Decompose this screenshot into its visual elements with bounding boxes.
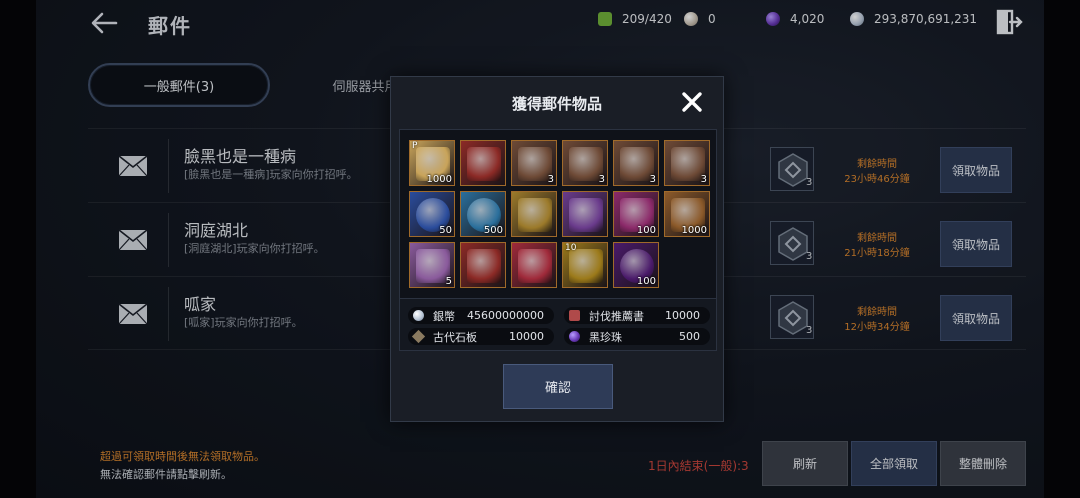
- stone-tablet-icon: [411, 329, 426, 344]
- item-slot[interactable]: 5: [409, 242, 455, 288]
- treasure-chest-red-icon: [467, 147, 501, 181]
- close-icon[interactable]: [681, 91, 703, 113]
- item-quantity: 100: [636, 276, 656, 287]
- summary-value: 10000: [665, 309, 700, 322]
- item-slot[interactable]: [460, 242, 506, 288]
- summary-name: 古代石板: [433, 330, 477, 344]
- item-quantity: 3: [700, 174, 707, 185]
- summary-name: 討伐推薦書: [589, 309, 644, 323]
- item-quantity: 1000: [681, 225, 707, 236]
- item-quantity: 3: [649, 174, 656, 185]
- item-slot[interactable]: [562, 191, 608, 237]
- summary-value: 500: [679, 330, 700, 343]
- item-slot[interactable]: 50: [409, 191, 455, 237]
- summary-row: 討伐推薦書 10000: [564, 307, 710, 324]
- summary-row: 黑珍珠 500: [564, 328, 710, 345]
- item-quantity: 3: [598, 174, 605, 185]
- item-quantity: 3: [547, 174, 554, 185]
- item-quantity: 5: [445, 276, 452, 287]
- item-slot[interactable]: 3: [664, 140, 710, 186]
- item-corner-label: 10: [565, 243, 577, 253]
- item-quantity: 50: [439, 225, 452, 236]
- summary-row: 古代石板 10000: [408, 328, 554, 345]
- obtained-items-dialog: 獲得郵件物品 P 1000 3 3 3 3 50 500 100 1000 5 10 100 銀幣 45…: [390, 76, 724, 422]
- summary-name: 黑珍珠: [589, 330, 622, 344]
- item-slot[interactable]: 3: [613, 140, 659, 186]
- item-slot[interactable]: 10: [562, 242, 608, 288]
- confirm-button[interactable]: 確認: [503, 364, 613, 409]
- item-slot[interactable]: 100: [613, 242, 659, 288]
- item-slot[interactable]: [511, 242, 557, 288]
- item-slot[interactable]: 500: [460, 191, 506, 237]
- item-slot[interactable]: 100: [613, 191, 659, 237]
- quest-book-icon: [569, 310, 580, 321]
- red-chest-icon: [467, 249, 501, 283]
- item-slot[interactable]: 3: [562, 140, 608, 186]
- dialog-title: 獲得郵件物品: [511, 95, 602, 113]
- silver-coin-icon: [413, 310, 424, 321]
- summary-name: 銀幣: [433, 309, 455, 323]
- item-quantity: 500: [483, 225, 503, 236]
- crystal-shard-icon: [569, 198, 603, 232]
- gift-box-icon: [518, 249, 552, 283]
- item-slot[interactable]: [511, 191, 557, 237]
- item-quantity: 100: [636, 225, 656, 236]
- item-panel: P 1000 3 3 3 3 50 500 100 1000 5 10 100: [399, 129, 717, 299]
- item-slot[interactable]: 1000: [664, 191, 710, 237]
- reward-summary: 銀幣 45600000000 討伐推薦書 10000 古代石板 10000 黑珍…: [399, 299, 717, 351]
- gold-card-icon: [569, 249, 603, 283]
- summary-row: 銀幣 45600000000: [408, 307, 554, 324]
- summary-value: 45600000000: [467, 309, 544, 322]
- golden-chest-icon: [518, 198, 552, 232]
- item-slot[interactable]: 3: [511, 140, 557, 186]
- item-slot[interactable]: [460, 140, 506, 186]
- summary-value: 10000: [509, 330, 544, 343]
- item-corner-label: P: [412, 141, 418, 151]
- item-slot[interactable]: P 1000: [409, 140, 455, 186]
- black-pearl-icon: [569, 331, 580, 342]
- item-quantity: 1000: [426, 174, 452, 185]
